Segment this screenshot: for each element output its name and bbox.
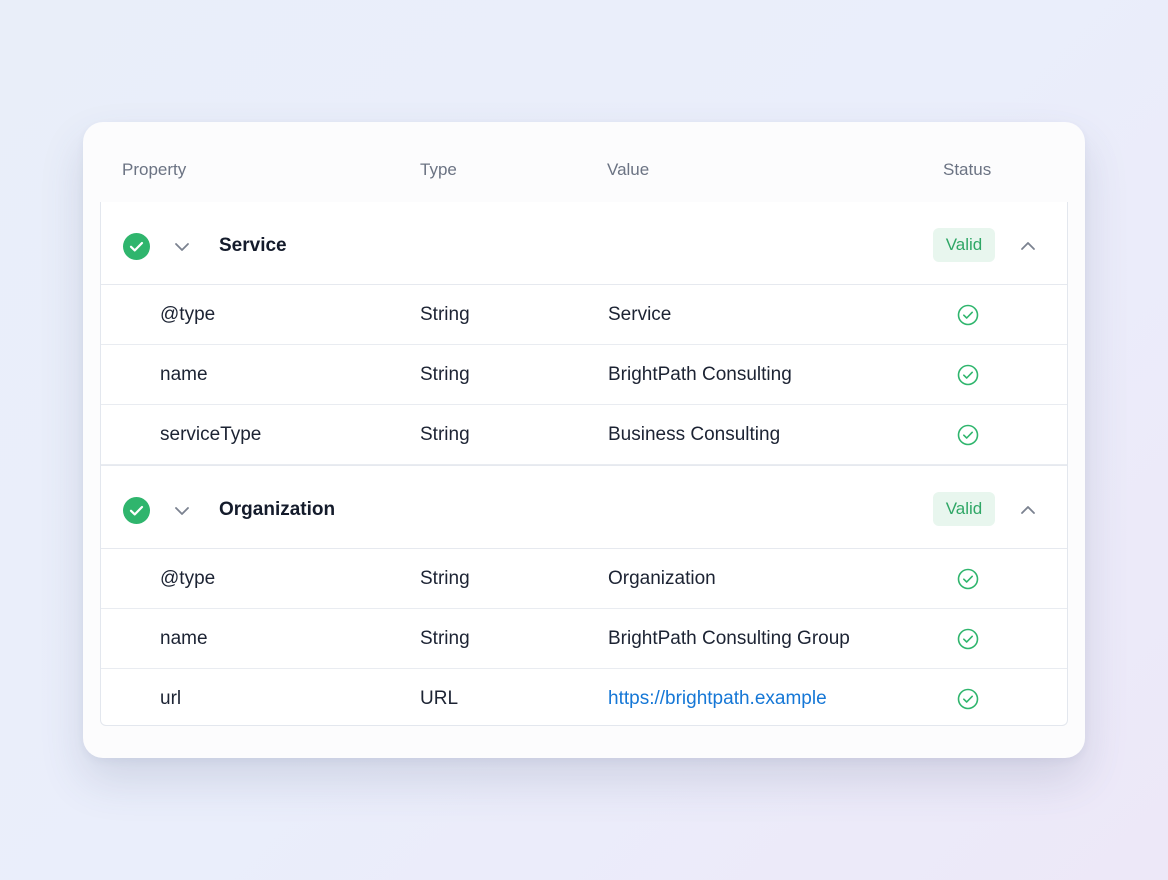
check-circle-filled-icon (123, 497, 150, 524)
chevron-up-icon[interactable] (1018, 236, 1038, 256)
type-cell: String (420, 568, 470, 589)
type-cell: String (420, 304, 470, 325)
group-row-organization[interactable]: Organization Valid (101, 465, 1067, 549)
property-cell: url (160, 688, 182, 709)
url-link[interactable]: https://brightpath.example (608, 688, 827, 710)
status-badge: Valid (933, 492, 995, 526)
column-header-value[interactable]: Value (607, 160, 649, 180)
type-cell: String (420, 628, 470, 649)
column-header-property[interactable]: Property (122, 160, 186, 180)
value-cell: Business Consulting (608, 424, 781, 445)
chevron-down-icon[interactable] (172, 237, 192, 257)
table-row[interactable]: serviceType String Business Consulting (101, 405, 1067, 465)
status-badge: Valid (933, 228, 995, 262)
property-cell: @type (160, 304, 216, 325)
table-row[interactable]: @type String Service (101, 285, 1067, 345)
type-cell: String (420, 424, 470, 445)
check-circle-outline-icon (957, 568, 979, 590)
property-cell: serviceType (160, 424, 262, 445)
check-circle-outline-icon (957, 628, 979, 650)
chevron-up-icon[interactable] (1018, 500, 1038, 520)
table-row[interactable]: @type String Organization (101, 549, 1067, 609)
type-cell: URL (420, 688, 459, 709)
table-body: Service Valid @type String Service name … (100, 202, 1068, 726)
column-header-type[interactable]: Type (420, 160, 457, 180)
check-circle-outline-icon (957, 364, 979, 386)
property-cell: @type (160, 568, 216, 589)
check-circle-outline-icon (957, 688, 979, 710)
table-header: Property Type Value Status (100, 122, 1068, 203)
value-cell: Service (608, 304, 672, 325)
check-circle-filled-icon (123, 233, 150, 260)
group-label: Organization (219, 499, 336, 520)
property-cell: name (160, 628, 208, 649)
group-row-service[interactable]: Service Valid (101, 202, 1067, 285)
property-cell: name (160, 364, 208, 385)
check-circle-outline-icon (957, 304, 979, 326)
value-cell: BrightPath Consulting (608, 364, 792, 385)
table-row[interactable]: name String BrightPath Consulting Group (101, 609, 1067, 669)
value-cell: BrightPath Consulting Group (608, 628, 850, 649)
type-cell: String (420, 364, 470, 385)
table-row[interactable]: url URL https://brightpath.example (101, 669, 1067, 728)
schema-validation-card: Property Type Value Status Service Valid… (83, 122, 1085, 758)
column-header-status[interactable]: Status (943, 160, 991, 180)
check-circle-outline-icon (957, 424, 979, 446)
group-label: Service (219, 235, 287, 256)
value-cell: Organization (608, 568, 716, 589)
chevron-down-icon[interactable] (172, 501, 192, 521)
table-row[interactable]: name String BrightPath Consulting (101, 345, 1067, 405)
